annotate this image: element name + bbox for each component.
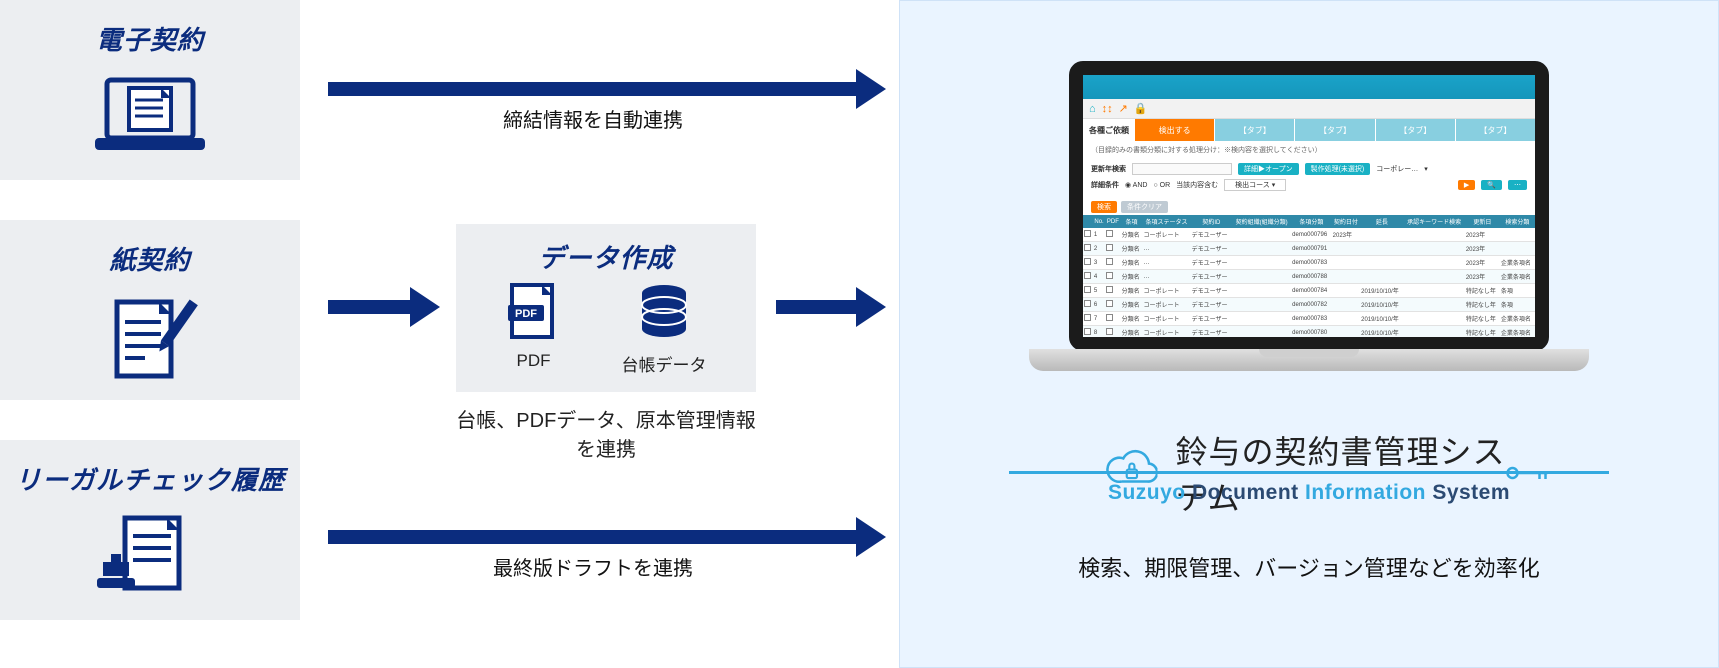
- arrow-label: 最終版ドラフトを連携: [328, 552, 858, 581]
- radio-or: ○ OR: [1153, 182, 1170, 189]
- source-title: 電子契約: [0, 0, 300, 57]
- source-card-legal: リーガルチェック履歴: [0, 440, 300, 620]
- pill-corp: コーポレー…: [1376, 164, 1418, 174]
- tabs-row: 各種ご依頼 検出する 【タブ】 【タブ】 【タブ】 【タブ】: [1083, 119, 1535, 141]
- pill-detail-open: 詳細▶オープン: [1238, 163, 1299, 175]
- result-panel: ⌂ ↕↕ ↗ 🔒 各種ご依頼 検出する 【タブ】 【タブ】 【タブ】 【タブ】 …: [899, 0, 1719, 668]
- arrow-paper-in: [328, 300, 412, 314]
- pill-request: 製作処理(未選択): [1305, 163, 1371, 175]
- data-creation-caption: 台帳、PDFデータ、原本管理情報を連携: [456, 404, 756, 462]
- home-icon: ⌂: [1089, 103, 1096, 115]
- database-icon: [636, 283, 692, 347]
- arrow-label: 締結情報を自動連携: [328, 104, 858, 133]
- source-title: リーガルチェック履歴: [0, 440, 300, 497]
- search-area: 更新年検索 詳細▶オープン 製作処理(未選択) コーポレー… ▾ 詳細条件 ◉ …: [1083, 159, 1535, 199]
- share-icon: ↗: [1119, 102, 1128, 115]
- ledger-label: 台帳データ: [622, 351, 707, 376]
- app-toolbar: ⌂ ↕↕ ↗ 🔒: [1083, 99, 1535, 119]
- arrow-paper-out: [776, 300, 858, 314]
- mock-btn-search: 🔍: [1481, 180, 1502, 190]
- helper-text: （目録的みの書類分類に対する処理分け：※検内容を選択してください）: [1083, 141, 1535, 159]
- action-row: 検索 条件クリア: [1083, 199, 1535, 215]
- data-creation-title: データ作成: [456, 224, 756, 275]
- mock-search-btn: 検索: [1091, 201, 1117, 213]
- detail-label: 詳細条件: [1091, 180, 1119, 190]
- result-caption: 検索、期限管理、バージョン管理などを効率化: [1078, 551, 1540, 583]
- arrows-icon: ↕↕: [1102, 103, 1113, 115]
- pdf-file-icon: PDF: [506, 283, 562, 347]
- source-title: 紙契約: [0, 220, 300, 277]
- data-creation-box: データ作成 PDF PDF 台帳データ: [456, 224, 756, 392]
- arrow-econtract: 締結情報を自動連携: [328, 82, 858, 96]
- paper-pen-icon: [95, 294, 205, 384]
- lock-icon: 🔒: [1134, 102, 1148, 115]
- source-column: 電子契約 紙契約: [0, 0, 300, 660]
- hint-text: 当該内容含む: [1176, 180, 1218, 190]
- chevron-down-icon: ▾: [1424, 165, 1428, 173]
- source-card-paper: 紙契約: [0, 220, 300, 400]
- mock-clear-btn: 条件クリア: [1121, 201, 1168, 213]
- source-card-econtract: 電子契約: [0, 0, 300, 180]
- mock-table: No.PDF条項条項ステータス契約ID契約組織(組織分類)条項分類契約日付延長承…: [1083, 215, 1535, 351]
- arrow-legal: 最終版ドラフトを連携: [328, 530, 858, 544]
- mock-search-input: [1132, 163, 1232, 175]
- ledger-block: 台帳データ: [622, 283, 707, 376]
- search-field-label: 更新年検索: [1091, 164, 1126, 174]
- app-titlebar: [1083, 75, 1535, 99]
- laptop-doc-icon: [95, 74, 205, 164]
- laptop-base: [1029, 349, 1589, 371]
- mock-btn-go: ▶: [1458, 180, 1475, 190]
- mock-tab: 【タブ】: [1455, 119, 1535, 141]
- mock-tab: 【タブ】: [1294, 119, 1374, 141]
- mock-tab: 【タブ】: [1375, 119, 1455, 141]
- tabs-leading-label: 各種ご依頼: [1083, 125, 1135, 136]
- mock-tab: 【タブ】: [1214, 119, 1294, 141]
- pdf-badge: PDF: [515, 308, 537, 320]
- mock-btn-etc: ⋯: [1508, 180, 1527, 190]
- product-underline: [1009, 471, 1609, 474]
- pdf-label: PDF: [517, 351, 551, 371]
- laptop-screen: ⌂ ↕↕ ↗ 🔒 各種ご依頼 検出する 【タブ】 【タブ】 【タブ】 【タブ】 …: [1069, 61, 1549, 351]
- radio-and: ◉ AND: [1125, 181, 1147, 189]
- mock-select: 検出コース ▾: [1224, 179, 1286, 191]
- mock-tab-active: 検出する: [1135, 119, 1214, 141]
- product-subtitle: Suzuyo Document Information System: [1108, 481, 1510, 505]
- laptop-mock: ⌂ ↕↕ ↗ 🔒 各種ご依頼 検出する 【タブ】 【タブ】 【タブ】 【タブ】 …: [1029, 61, 1589, 391]
- doc-stamp-icon: [95, 514, 205, 604]
- pdf-block: PDF PDF: [506, 283, 562, 376]
